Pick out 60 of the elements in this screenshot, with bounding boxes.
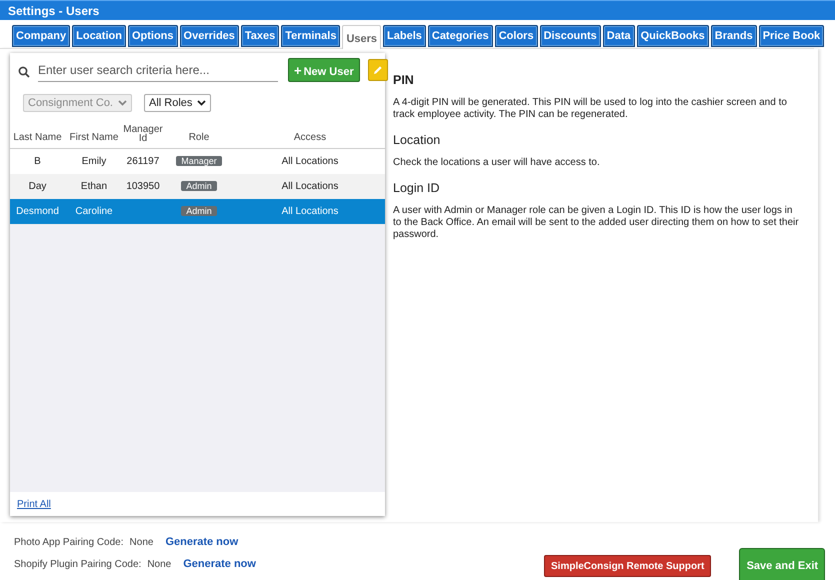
table-cell-text: 261197 xyxy=(126,157,160,166)
tab[interactable]: Colors xyxy=(494,25,538,47)
table-row[interactable]: B Emily 261197 Manager All Locations xyxy=(10,149,385,174)
search-icon xyxy=(18,66,30,78)
edit-button[interactable] xyxy=(368,59,388,81)
table-row[interactable]: Day Ethan 103950 Admin All Locations xyxy=(10,174,385,199)
pencil-icon xyxy=(372,65,383,75)
table-cell-text: Emily xyxy=(80,156,108,167)
help-text: A user with Admin or Manager role can be given a Login ID. This ID is how the user logs in to the Back Office. An email will be sent to the added user directing them on how to set their password. xyxy=(393,205,800,241)
tab[interactable]: Overrides xyxy=(180,25,239,47)
column-header: Last Name xyxy=(12,132,63,143)
tab[interactable]: Taxes xyxy=(240,25,280,47)
save-exit-button[interactable]: Save and Exit xyxy=(739,548,826,580)
table-cell-text: B xyxy=(33,156,42,167)
column-header: Role xyxy=(188,132,210,143)
tab[interactable]: Discounts xyxy=(540,25,601,47)
chevron-down-icon xyxy=(197,100,206,106)
role-badge: Manager xyxy=(176,156,222,166)
table-cell-text: 103950 xyxy=(125,182,161,191)
print-all-link[interactable]: Print All xyxy=(17,498,51,510)
remote-support-button[interactable]: SimpleConsign Remote Support xyxy=(544,555,712,577)
column-header: First Name xyxy=(68,132,120,143)
table-cell-text: Caroline xyxy=(74,206,114,217)
section-heading: PIN xyxy=(393,73,415,87)
dropdown[interactable]: All Roles xyxy=(144,94,212,112)
window-title: Settings - Users xyxy=(0,0,835,20)
column-header: Access xyxy=(292,132,328,143)
tab[interactable]: Price Book xyxy=(758,25,824,47)
pairing-value: None xyxy=(130,536,154,548)
table-cell-text: Day xyxy=(28,181,48,192)
generate-link[interactable]: Generate now xyxy=(165,536,238,548)
generate-link[interactable]: Generate now xyxy=(183,558,256,570)
tab[interactable]: Categories xyxy=(428,25,493,47)
tab[interactable]: Brands xyxy=(710,25,757,47)
pairing-label: Photo App Pairing Code: xyxy=(14,536,124,548)
pairing-label: Shopify Plugin Pairing Code: xyxy=(14,558,142,570)
section-heading: Login ID xyxy=(393,181,441,195)
table-row[interactable]: Desmond Caroline Admin All Locations xyxy=(10,199,385,224)
section-heading: Location xyxy=(393,133,442,147)
role-badge: Admin xyxy=(181,181,217,191)
tab[interactable]: Terminals xyxy=(281,25,340,47)
tab[interactable]: Data xyxy=(602,25,635,47)
table-cell-text: All Locations xyxy=(280,156,340,167)
table-cell-text: Ethan xyxy=(80,181,108,192)
tab[interactable]: Options xyxy=(128,25,178,47)
tab[interactable]: Company xyxy=(12,25,70,47)
tab[interactable]: Location xyxy=(72,25,126,47)
tab[interactable]: Labels xyxy=(383,25,426,47)
new-user-button[interactable]: +New User xyxy=(288,58,360,82)
chevron-down-icon xyxy=(118,100,127,106)
column-header: Manager Id xyxy=(123,125,163,143)
role-badge: Admin xyxy=(181,206,217,216)
table-cell-text: Desmond xyxy=(15,206,60,217)
table-cell-text: All Locations xyxy=(280,206,340,217)
help-text: Check the locations a user will have access to. xyxy=(393,157,601,169)
table-cell-text: All Locations xyxy=(280,181,340,192)
help-text: A 4-digit PIN will be generated. This PIN will be used to log into the cashier screen and to track employee activity. The PIN can be regenerated. xyxy=(393,97,788,121)
pairing-value: None xyxy=(147,558,172,570)
tab[interactable]: Users xyxy=(342,25,382,49)
tab[interactable]: QuickBooks xyxy=(636,25,709,47)
